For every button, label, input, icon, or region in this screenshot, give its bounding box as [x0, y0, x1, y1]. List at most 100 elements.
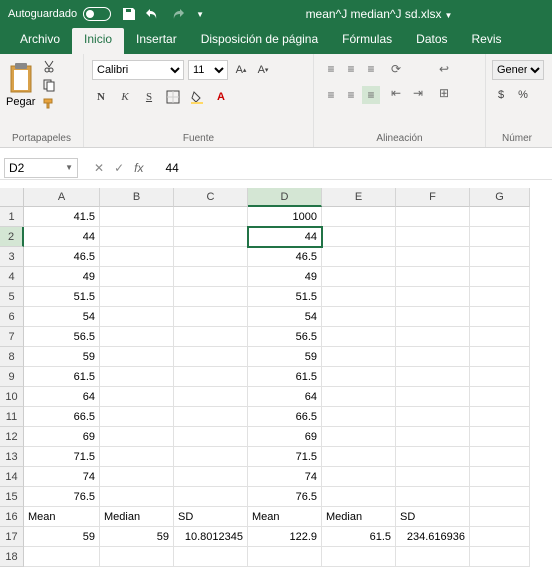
row-header[interactable]: 5 [0, 287, 24, 307]
row-header[interactable]: 7 [0, 327, 24, 347]
cell[interactable]: 59 [24, 347, 100, 367]
cell[interactable]: 54 [248, 307, 322, 327]
cell[interactable]: 44 [248, 227, 322, 247]
align-right-button[interactable]: ≡ [362, 86, 380, 104]
tab-formulas[interactable]: Fórmulas [330, 28, 404, 54]
row-header[interactable]: 3 [0, 247, 24, 267]
cell[interactable] [100, 347, 174, 367]
wrap-text-button[interactable]: ↩ [434, 60, 454, 78]
toggle-switch-icon[interactable] [83, 7, 111, 21]
align-top-button[interactable]: ≡ [322, 60, 340, 78]
cell[interactable]: 71.5 [248, 447, 322, 467]
cell[interactable] [322, 407, 396, 427]
cell[interactable]: 56.5 [248, 327, 322, 347]
cell[interactable] [396, 247, 470, 267]
column-header-D[interactable]: D [248, 188, 322, 207]
cell[interactable] [396, 427, 470, 447]
row-header[interactable]: 16 [0, 507, 24, 527]
cell[interactable] [24, 547, 100, 567]
cell[interactable]: 54 [24, 307, 100, 327]
cell[interactable] [100, 447, 174, 467]
column-header-C[interactable]: C [174, 188, 248, 207]
cell[interactable] [470, 387, 530, 407]
cell[interactable] [322, 387, 396, 407]
font-color-button[interactable]: A [212, 88, 230, 106]
undo-icon[interactable] [145, 6, 161, 22]
cell[interactable] [322, 427, 396, 447]
cell[interactable]: 59 [24, 527, 100, 547]
align-middle-button[interactable]: ≡ [342, 60, 360, 78]
cell[interactable] [100, 227, 174, 247]
cell[interactable] [174, 427, 248, 447]
cell[interactable]: 74 [248, 467, 322, 487]
cut-icon[interactable] [42, 60, 56, 74]
copy-icon[interactable] [42, 78, 56, 92]
confirm-formula-icon[interactable]: ✓ [114, 161, 124, 175]
cell[interactable] [470, 247, 530, 267]
cell[interactable] [322, 227, 396, 247]
cell[interactable] [470, 287, 530, 307]
cell[interactable] [396, 347, 470, 367]
cell[interactable]: Mean [24, 507, 100, 527]
tab-disposicion[interactable]: Disposición de página [189, 28, 330, 54]
cell[interactable] [396, 547, 470, 567]
row-header[interactable]: 13 [0, 447, 24, 467]
autosave-toggle[interactable]: Autoguardado [8, 7, 111, 21]
cell[interactable]: 46.5 [248, 247, 322, 267]
cell[interactable]: Median [322, 507, 396, 527]
cell[interactable]: 1000 [248, 207, 322, 227]
filename-dropdown-icon[interactable]: ▼ [445, 11, 453, 20]
cell[interactable] [100, 387, 174, 407]
cell[interactable] [470, 487, 530, 507]
cell[interactable] [174, 367, 248, 387]
cell[interactable] [174, 407, 248, 427]
cell[interactable]: 59 [248, 347, 322, 367]
cell[interactable] [470, 207, 530, 227]
increase-font-icon[interactable]: A▴ [232, 61, 250, 79]
tab-revisar[interactable]: Revis [460, 28, 514, 54]
cell[interactable] [322, 267, 396, 287]
row-header[interactable]: 2 [0, 227, 24, 247]
column-header-A[interactable]: A [24, 188, 100, 207]
cell[interactable] [174, 447, 248, 467]
cell[interactable] [470, 347, 530, 367]
cell[interactable] [174, 307, 248, 327]
cell[interactable]: 69 [248, 427, 322, 447]
cell[interactable] [396, 207, 470, 227]
percent-button[interactable]: % [514, 86, 532, 104]
row-header[interactable]: 11 [0, 407, 24, 427]
cell[interactable] [396, 307, 470, 327]
cell[interactable]: 76.5 [248, 487, 322, 507]
row-header[interactable]: 9 [0, 367, 24, 387]
cell[interactable] [100, 287, 174, 307]
cell[interactable] [322, 327, 396, 347]
cell[interactable] [470, 447, 530, 467]
cell[interactable] [470, 367, 530, 387]
cell[interactable] [100, 547, 174, 567]
cell[interactable]: 61.5 [24, 367, 100, 387]
column-header-E[interactable]: E [322, 188, 396, 207]
cell[interactable] [174, 267, 248, 287]
italic-button[interactable]: K [116, 88, 134, 106]
cell[interactable] [174, 227, 248, 247]
cell[interactable]: 51.5 [248, 287, 322, 307]
cell[interactable]: Median [100, 507, 174, 527]
cell[interactable]: SD [396, 507, 470, 527]
cell[interactable] [100, 327, 174, 347]
merge-button[interactable]: ⊞ [434, 84, 454, 102]
cell[interactable] [396, 367, 470, 387]
select-all-corner[interactable] [0, 188, 24, 207]
row-header[interactable]: 8 [0, 347, 24, 367]
column-header-B[interactable]: B [100, 188, 174, 207]
row-header[interactable]: 12 [0, 427, 24, 447]
row-header[interactable]: 14 [0, 467, 24, 487]
cell[interactable] [396, 387, 470, 407]
cell[interactable] [174, 347, 248, 367]
cell[interactable]: 66.5 [24, 407, 100, 427]
cell[interactable] [100, 467, 174, 487]
cell[interactable] [470, 407, 530, 427]
cell[interactable] [100, 407, 174, 427]
cell[interactable] [248, 547, 322, 567]
cell[interactable]: SD [174, 507, 248, 527]
tab-datos[interactable]: Datos [404, 28, 459, 54]
